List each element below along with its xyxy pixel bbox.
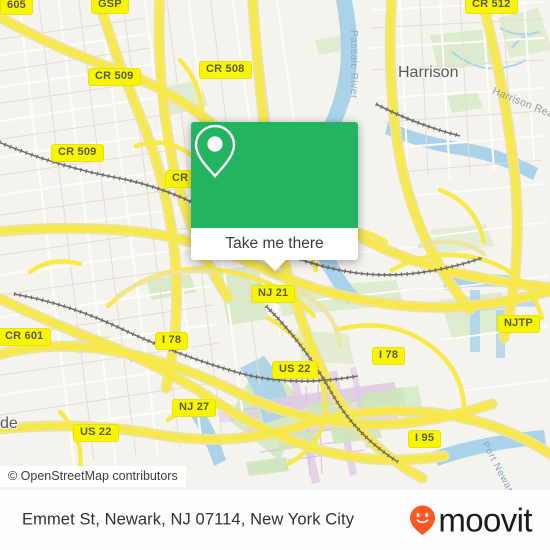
- popup-icon-area: [191, 122, 358, 228]
- place-label-partial: de: [0, 415, 18, 432]
- take-me-there-button[interactable]: Take me there: [191, 228, 358, 260]
- road-shield: CR 508: [199, 61, 252, 79]
- road-shield: I 95: [408, 430, 442, 448]
- road-shield: NJTP: [497, 315, 540, 333]
- moovit-pin-smiley-icon: [409, 505, 436, 536]
- popup-tail: [263, 260, 286, 271]
- location-popup-card[interactable]: Take me there: [191, 122, 358, 271]
- road-shield: GSP: [91, 0, 129, 14]
- road-shield: US 22: [73, 424, 119, 442]
- moovit-brand[interactable]: moovit: [409, 501, 533, 539]
- road-shield: CR 509: [51, 144, 104, 162]
- map-pin-icon: [194, 124, 236, 178]
- place-label: Harrison: [398, 64, 459, 81]
- road-shield: CR 601: [0, 328, 51, 346]
- water-label: Passaic River: [348, 30, 359, 99]
- road-shield: I 78: [155, 332, 189, 350]
- road-shield: CR 512: [465, 0, 518, 14]
- road-shield: US 22: [272, 361, 318, 379]
- map-screenshot-app: .wat{fill:#aad3ea;} .watl{stroke:#aad3ea…: [0, 0, 550, 550]
- map-canvas[interactable]: .wat{fill:#aad3ea;} .watl{stroke:#aad3ea…: [0, 0, 550, 490]
- moovit-wordmark: moovit: [438, 501, 532, 539]
- road-shield: NJ 21: [251, 285, 296, 303]
- osm-attribution[interactable]: © OpenStreetMap contributors: [0, 466, 186, 487]
- road-shield: NJ 27: [172, 399, 217, 417]
- road-shield: I 78: [372, 347, 406, 365]
- road-shield: CR 509: [88, 68, 141, 86]
- take-me-there-label: Take me there: [225, 235, 324, 252]
- footer-bar: Emmet St, Newark, NJ 07114, New York Cit…: [0, 490, 550, 550]
- address-label: Emmet St, Newark, NJ 07114, New York Cit…: [22, 510, 355, 529]
- road-shield: 605: [0, 0, 33, 15]
